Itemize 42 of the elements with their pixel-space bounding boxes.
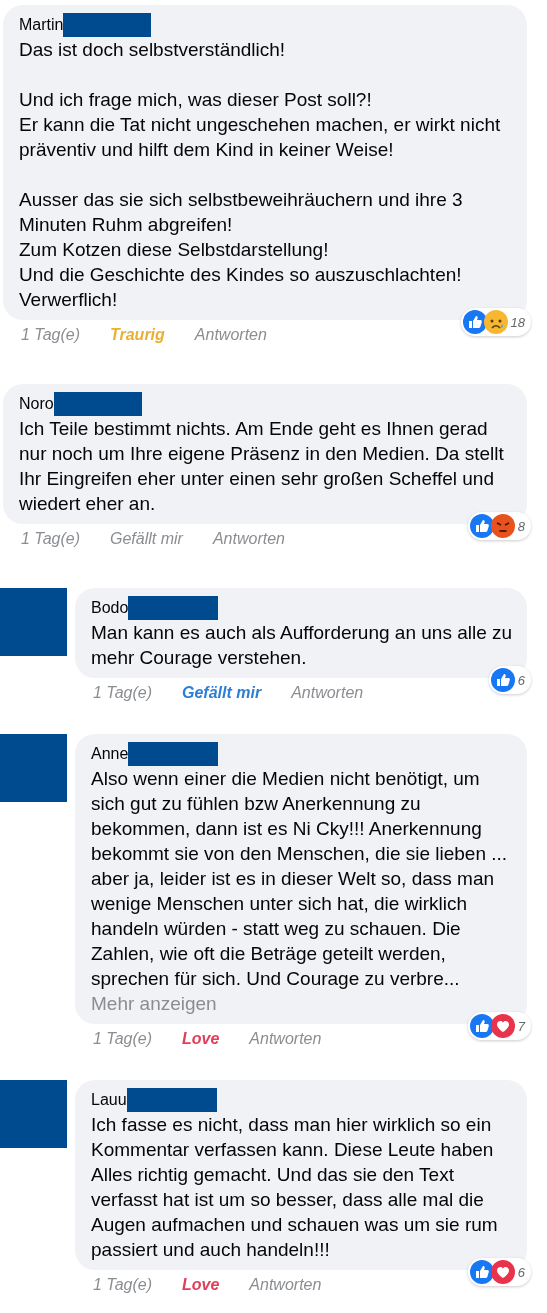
like-icon — [469, 1014, 494, 1038]
author-name[interactable]: Anne — [91, 745, 129, 763]
author-name[interactable]: Lauu — [91, 1091, 127, 1109]
reaction-count: 18 — [510, 314, 525, 330]
avatar[interactable] — [0, 734, 67, 802]
avatar[interactable] — [0, 588, 67, 656]
like-icon — [469, 514, 494, 538]
reaction-count: 8 — [517, 518, 525, 534]
like-icon — [469, 1260, 494, 1284]
reaction-link[interactable]: Gefällt mir — [110, 530, 183, 548]
reaction-count: 7 — [517, 1018, 525, 1034]
avatar[interactable] — [0, 1080, 67, 1148]
reply-link[interactable]: Antworten — [212, 530, 285, 548]
sad-face-icon — [483, 310, 508, 334]
see-more-link[interactable]: Mehr anzeigen — [91, 993, 217, 1014]
reply-link[interactable]: Antworten — [249, 1030, 322, 1048]
reply-link[interactable]: Antworten — [291, 684, 364, 702]
reaction-link[interactable]: Love — [182, 1276, 220, 1294]
comment-text: Das ist doch selbstverständlich! — [19, 38, 287, 62]
author-name[interactable]: Martin — [19, 16, 64, 34]
reply-link[interactable]: Antworten — [249, 1276, 322, 1294]
comment-text: Und ich frage mich, was dieser Post soll?! Er kann die Tat nicht ungeschehen machen, er wirkt nicht präventiv und hilft dem Kind in keiner Weise! — [19, 88, 502, 162]
reaction-link[interactable]: Love — [182, 1030, 220, 1048]
author-name[interactable]: Noro — [19, 395, 54, 413]
reaction-summary[interactable]: 6 — [488, 666, 531, 694]
angry-face-icon — [490, 514, 515, 538]
timestamp: 1 Tag(e) — [21, 530, 80, 548]
reaction-summary[interactable]: 18 — [460, 308, 531, 336]
timestamp: 1 Tag(e) — [21, 326, 80, 344]
reaction-count: 6 — [517, 1264, 525, 1280]
author-name[interactable]: Bodo — [91, 599, 129, 617]
timestamp: 1 Tag(e) — [93, 1276, 152, 1294]
reply-link[interactable]: Antworten — [194, 326, 267, 344]
timestamp: 1 Tag(e) — [93, 684, 152, 702]
like-icon — [490, 668, 515, 692]
reaction-link[interactable]: Gefällt mir — [182, 684, 262, 702]
reaction-summary[interactable]: 7 — [467, 1012, 531, 1040]
timestamp: 1 Tag(e) — [93, 1030, 152, 1048]
reaction-summary[interactable]: 8 — [467, 512, 531, 540]
reaction-summary[interactable]: 6 — [467, 1258, 531, 1286]
reaction-count: 6 — [517, 672, 525, 688]
like-icon — [462, 310, 487, 334]
